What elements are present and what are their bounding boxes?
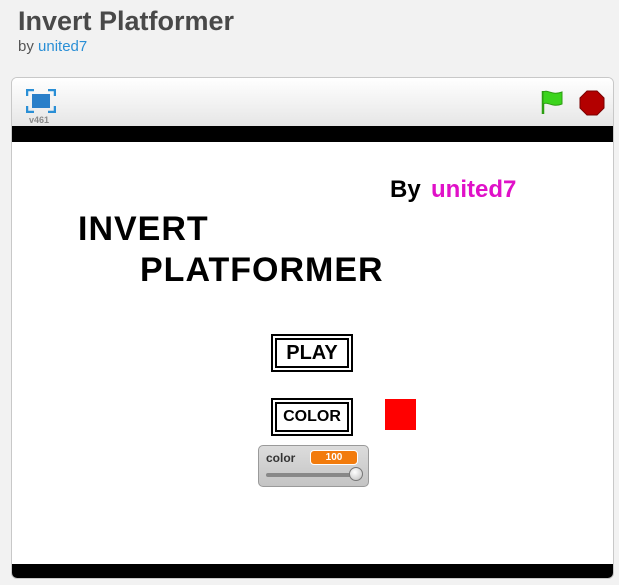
green-flag-icon[interactable] xyxy=(538,88,566,116)
stage-letterbox-bottom xyxy=(12,564,613,578)
stop-sign-icon[interactable] xyxy=(579,90,605,116)
stage-author-name: united7 xyxy=(431,176,517,203)
fullscreen-icon[interactable] xyxy=(25,88,57,114)
color-button[interactable]: COLOR xyxy=(271,398,353,436)
player-toolbar: v461 xyxy=(12,78,613,126)
stage-letterbox-top xyxy=(12,126,613,142)
variable-name: color xyxy=(266,451,296,465)
color-button-label: COLOR xyxy=(275,402,349,432)
play-button-label: PLAY xyxy=(275,338,349,368)
project-player: v461 By united7 INVERT PLATFORMER PLAY C… xyxy=(11,77,614,579)
variable-slider-knob[interactable] xyxy=(349,467,363,481)
game-title-line1: INVERT xyxy=(78,210,209,248)
project-title: Invert Platformer xyxy=(18,6,235,36)
play-button[interactable]: PLAY xyxy=(271,334,353,372)
variable-slider-track[interactable] xyxy=(266,473,358,477)
stage-by-label: By xyxy=(390,176,421,203)
variable-monitor: color 100 xyxy=(258,445,369,487)
author-link[interactable]: united7 xyxy=(38,38,87,55)
by-label: by xyxy=(18,38,34,55)
stage[interactable]: By united7 INVERT PLATFORMER PLAY COLOR … xyxy=(12,142,613,564)
page-header: Invert Platformer by united7 xyxy=(0,0,619,68)
byline: by united7 xyxy=(18,38,87,55)
variable-value: 100 xyxy=(310,450,358,465)
version-label: v461 xyxy=(29,115,50,125)
color-swatch xyxy=(385,399,416,430)
game-title-line2: PLATFORMER xyxy=(140,251,384,289)
